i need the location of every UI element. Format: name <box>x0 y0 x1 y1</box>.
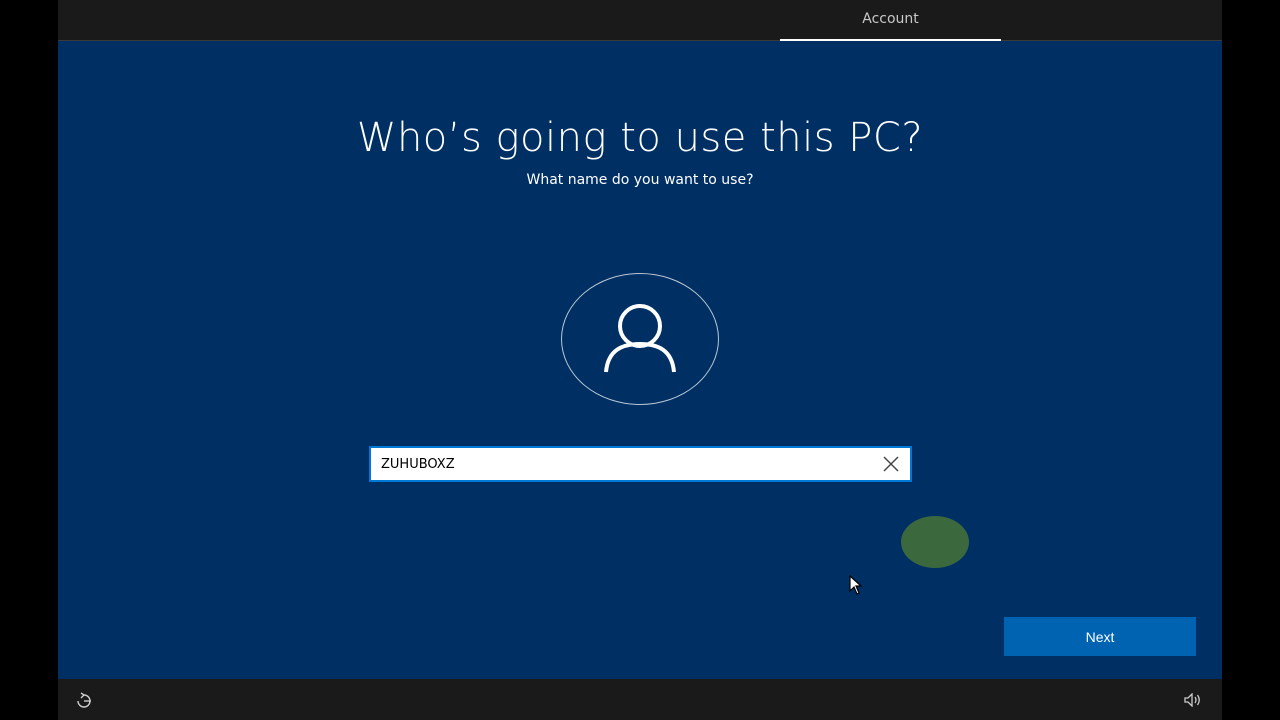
oobe-screen: Account Who’s going to use this PC? What… <box>0 0 1280 720</box>
clear-button[interactable] <box>876 450 906 478</box>
user-icon <box>604 304 676 373</box>
tab-account-label: Account <box>862 11 919 27</box>
main-panel: Who’s going to use this PC? What name do… <box>58 41 1222 679</box>
page-subtitle: What name do you want to use? <box>526 172 754 188</box>
page-title: Who’s going to use this PC? <box>356 115 924 161</box>
name-input[interactable] <box>381 448 861 480</box>
ease-of-access-icon[interactable] <box>75 692 93 708</box>
name-field[interactable] <box>369 446 912 482</box>
avatar <box>561 273 719 405</box>
bottom-bar <box>58 679 1222 720</box>
click-marker <box>901 516 969 568</box>
volume-icon[interactable] <box>1184 693 1202 707</box>
tab-account: Account <box>780 0 1001 41</box>
next-button[interactable]: Next <box>1004 617 1196 656</box>
close-icon <box>883 456 899 472</box>
mouse-cursor-icon <box>849 575 863 595</box>
top-bar: Account <box>58 0 1222 41</box>
